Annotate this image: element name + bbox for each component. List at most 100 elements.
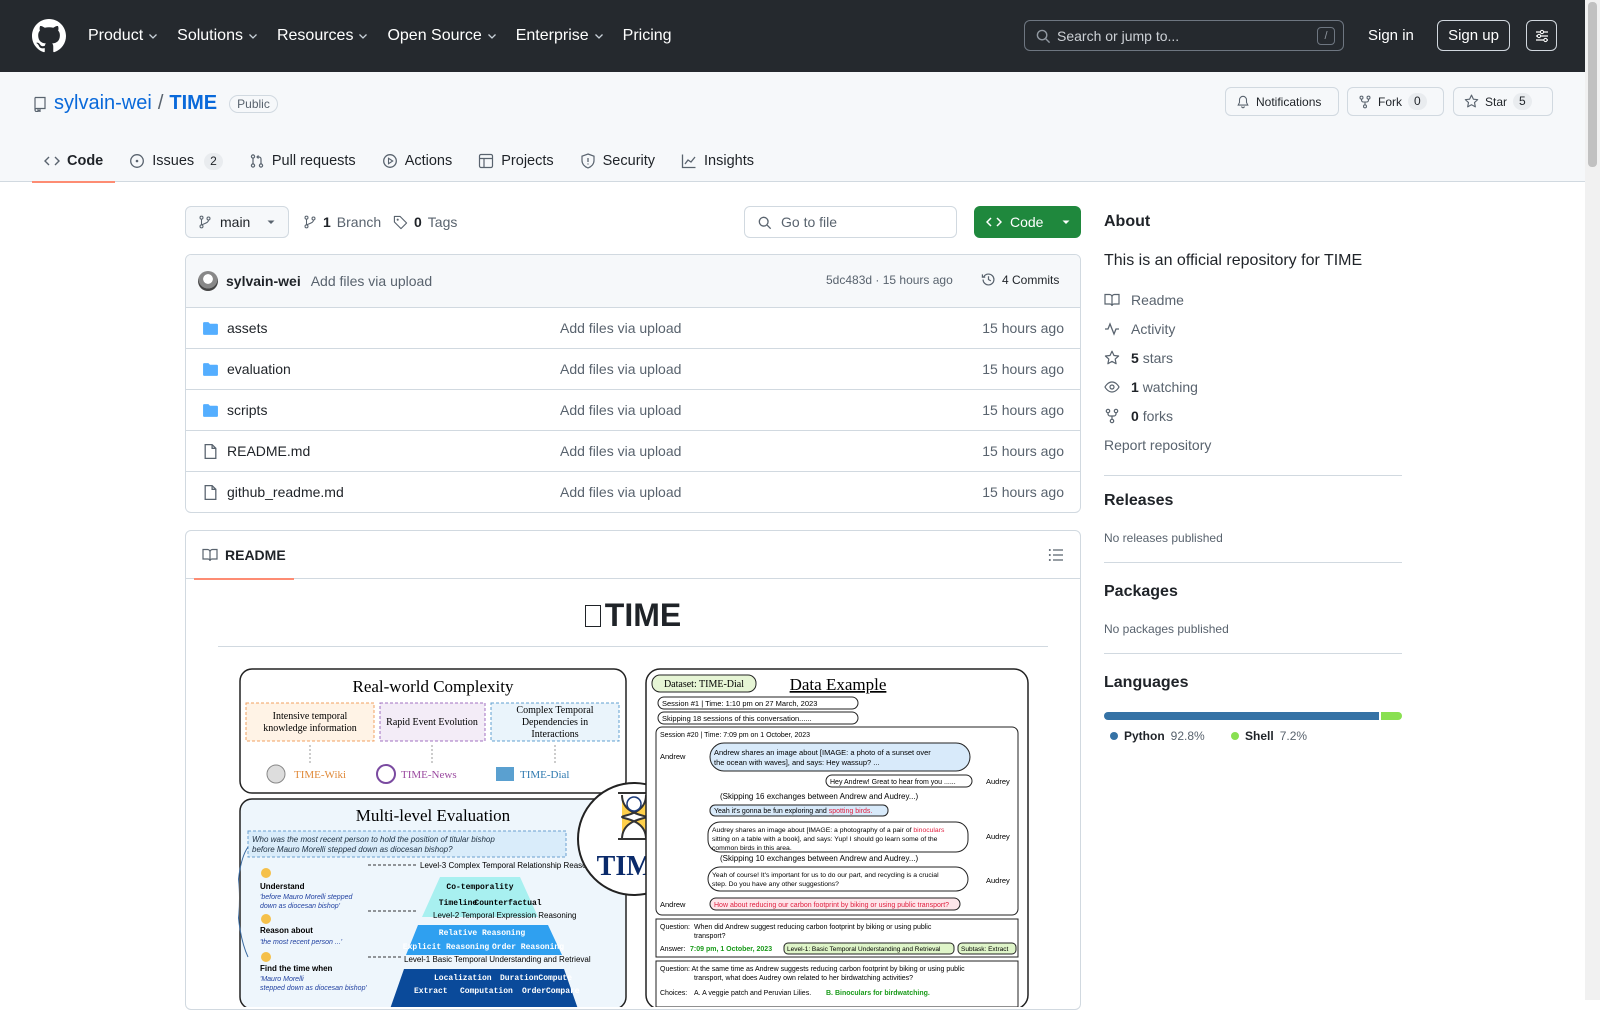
figure-level-1: Level-1 Basic Temporal Understanding and…: [404, 955, 591, 964]
file-row[interactable]: scripts Add files via upload 15 hours ago: [186, 390, 1080, 431]
code-button[interactable]: Code: [974, 206, 1081, 238]
tab-pull-requests[interactable]: Pull requests: [237, 140, 368, 182]
file-row[interactable]: evaluation Add files via upload 15 hours a…: [186, 349, 1080, 390]
book-icon: [1104, 293, 1120, 307]
commit-author[interactable]: sylvain-wei: [226, 273, 301, 289]
star-icon: [1464, 94, 1479, 108]
figure-right-title: Data Example: [790, 675, 887, 694]
repo-owner-link[interactable]: sylvain-wei: [54, 92, 152, 115]
nav-product[interactable]: Product: [88, 27, 158, 45]
chevron-down-icon: [149, 34, 158, 39]
search-icon: [1036, 29, 1051, 44]
file-time: 15 hours ago: [982, 484, 1064, 500]
svg-text:Who was the most recent person: Who was the most recent person to hold t…: [252, 835, 495, 844]
list-icon[interactable]: [1048, 547, 1064, 563]
forks-link[interactable]: 0 forks: [1104, 408, 1173, 424]
file-row[interactable]: assets Add files via upload 15 hours ago: [186, 308, 1080, 349]
tab-label: Security: [602, 153, 656, 169]
commit-hash[interactable]: 5dc483d · 15 hours ago: [826, 273, 953, 287]
latest-commit: sylvain-wei Add files via upload 5dc483d…: [186, 255, 1080, 308]
fork-count: 0: [1408, 93, 1427, 110]
watching-link[interactable]: 1 watching: [1104, 379, 1198, 395]
file-name[interactable]: assets: [227, 320, 267, 336]
search-input[interactable]: Search or jump to... /: [1024, 20, 1344, 51]
file-name[interactable]: evaluation: [227, 361, 291, 377]
avatar[interactable]: [198, 271, 218, 291]
file-name[interactable]: README.md: [227, 443, 310, 459]
branch-icon: [199, 215, 211, 229]
nav-label: Product: [88, 27, 144, 44]
file-row[interactable]: README.md Add files via upload 15 hours ag…: [186, 431, 1080, 472]
packages-heading[interactable]: Packages: [1104, 583, 1178, 601]
sidebar-divider: [1104, 562, 1402, 563]
figure-timeline: Timeline: [439, 899, 478, 908]
notifications-button[interactable]: Notifications: [1225, 87, 1339, 116]
star-button[interactable]: Star 5: [1453, 87, 1553, 116]
figure-a1-label: Answer:: [660, 946, 685, 953]
tab-code[interactable]: Code: [32, 140, 116, 183]
nav-resources[interactable]: Resources: [277, 27, 368, 45]
file-commit-message[interactable]: Add files via upload: [560, 443, 681, 459]
file-row[interactable]: github_readme.md Add files via upload 15 h…: [186, 472, 1080, 512]
language-percent: 92.8%: [1170, 729, 1205, 743]
pull-request-icon: [250, 154, 264, 168]
figure-step-reason: Reason about: [260, 926, 313, 935]
tags-label: Tags: [427, 214, 458, 230]
file-name[interactable]: github_readme.md: [227, 484, 344, 500]
activity-link[interactable]: Activity: [1104, 321, 1175, 337]
forks-count: 0: [1131, 408, 1139, 424]
sign-up-button[interactable]: Sign up: [1437, 20, 1510, 51]
table-icon: [479, 153, 494, 169]
file-commit-message[interactable]: Add files via upload: [560, 361, 681, 377]
tab-issues[interactable]: Issues 2: [117, 140, 235, 182]
readme-tab[interactable]: README: [194, 531, 294, 580]
stars-label: stars: [1142, 350, 1174, 366]
file-commit-message[interactable]: Add files via upload: [560, 484, 681, 500]
nav-solutions[interactable]: Solutions: [177, 27, 258, 45]
figure-choices-label: Choices:: [660, 990, 687, 997]
svg-text:Audrey: Audrey: [986, 777, 1010, 786]
tab-projects[interactable]: Projects: [466, 140, 565, 182]
nav-enterprise[interactable]: Enterprise: [516, 27, 604, 45]
file-commit-message[interactable]: Add files via upload: [560, 402, 681, 418]
commits-link[interactable]: 4 Commits: [981, 272, 1059, 287]
scrollbar[interactable]: [1585, 0, 1600, 1000]
go-to-file-input[interactable]: Go to file: [744, 206, 957, 238]
tab-insights[interactable]: Insights: [669, 140, 766, 182]
nav-pricing[interactable]: Pricing: [623, 27, 672, 45]
branches-link[interactable]: 1 Branch: [303, 214, 381, 230]
github-logo-icon[interactable]: [32, 19, 66, 53]
file-name[interactable]: scripts: [227, 402, 267, 418]
figure-a1-tag1: Level-1: Basic Temporal Understanding an…: [787, 946, 941, 953]
go-to-file-placeholder: Go to file: [781, 214, 838, 230]
nav-open-source[interactable]: Open Source: [387, 27, 496, 45]
branch-selector[interactable]: main: [185, 206, 289, 238]
tab-actions[interactable]: Actions: [370, 140, 465, 182]
pulse-icon: [1105, 322, 1119, 336]
figure-left-bottom-title: Multi-level Evaluation: [356, 806, 511, 825]
sidebar-divider: [1104, 475, 1402, 476]
commit-message[interactable]: Add files via upload: [311, 273, 432, 289]
file-commit-message[interactable]: Add files via upload: [560, 320, 681, 336]
menu-button[interactable]: [1526, 20, 1557, 51]
tags-link[interactable]: 0 Tags: [393, 214, 457, 230]
fork-button[interactable]: Fork 0: [1347, 87, 1444, 116]
bell-icon: [1237, 95, 1249, 108]
report-repository-link[interactable]: Report repository: [1104, 437, 1211, 453]
stars-link[interactable]: 5 stars: [1104, 350, 1173, 366]
branch-name: main: [220, 214, 251, 230]
language-shell[interactable]: Shell 7.2%: [1231, 729, 1307, 743]
scrollbar-thumb[interactable]: [1588, 2, 1597, 167]
fork-icon: [1105, 408, 1119, 424]
readme-link[interactable]: Readme: [1104, 292, 1184, 308]
figure-session-20: Session #20 | Time: 7:09 pm on 1 October…: [660, 732, 810, 739]
chevron-down-icon: [249, 34, 257, 39]
repo-name-link[interactable]: TIME: [169, 92, 217, 115]
language-python[interactable]: Python 92.8%: [1110, 729, 1205, 743]
tab-security[interactable]: Security: [568, 140, 667, 182]
sign-in-link[interactable]: Sign in: [1368, 27, 1414, 44]
repo-tabs: Code Issues 2 Pull requests Actions Proj…: [32, 140, 768, 183]
figure-step-understand: Understand: [260, 882, 305, 891]
language-bar-segment: [1380, 712, 1402, 720]
releases-heading[interactable]: Releases: [1104, 492, 1173, 510]
